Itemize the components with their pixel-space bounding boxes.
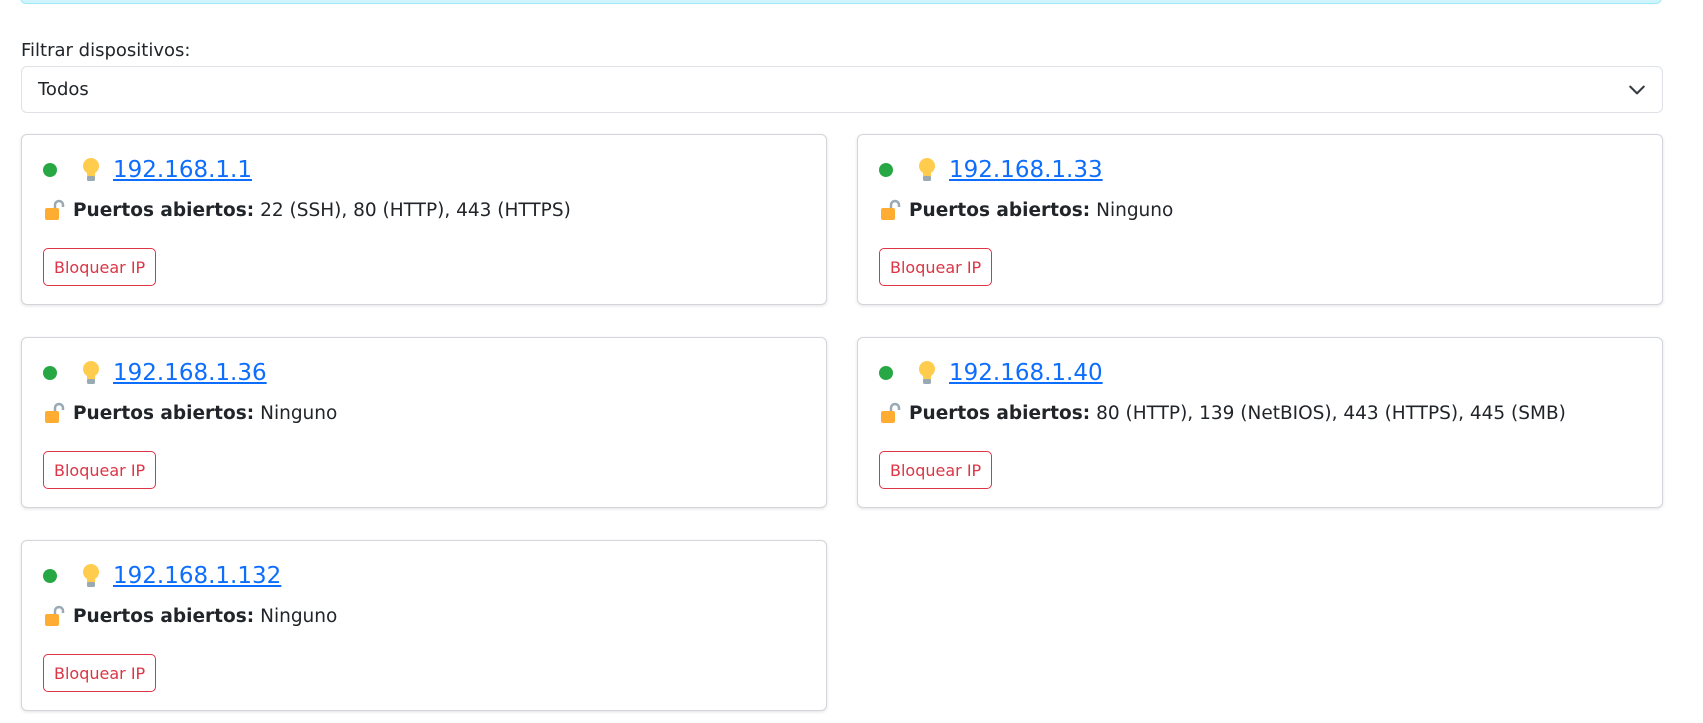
ports-value: 22 (SSH), 80 (HTTP), 443 (HTTPS)	[260, 199, 571, 221]
filter-selected-value: Todos	[38, 79, 89, 100]
ports-value: Ninguno	[260, 402, 338, 424]
ports-label: Puertos abiertos:	[909, 402, 1091, 424]
block-ip-button[interactable]: Bloquear IP	[43, 654, 157, 692]
status-online-icon	[43, 366, 57, 380]
open-lock-icon	[881, 402, 901, 423]
device-card: 192.168.1.33 Puertos abiertos: Ninguno B…	[857, 134, 1663, 305]
device-card: 192.168.1.1 Puertos abiertos: 22 (SSH), …	[21, 134, 827, 305]
status-online-icon	[879, 366, 893, 380]
device-card: 192.168.1.40 Puertos abiertos: 80 (HTTP)…	[857, 337, 1663, 508]
block-ip-button[interactable]: Bloquear IP	[43, 451, 157, 489]
open-lock-icon	[45, 402, 65, 423]
ports-label: Puertos abiertos:	[909, 199, 1091, 221]
info-alert	[20, 0, 1662, 4]
lightbulb-icon	[83, 564, 99, 587]
open-lock-icon	[45, 199, 65, 220]
block-ip-button[interactable]: Bloquear IP	[43, 248, 157, 286]
lightbulb-icon	[83, 158, 99, 181]
device-grid: 192.168.1.1 Puertos abiertos: 22 (SSH), …	[21, 134, 1663, 711]
device-ip-link[interactable]: 192.168.1.132	[113, 563, 281, 589]
device-ip-link[interactable]: 192.168.1.40	[949, 360, 1103, 386]
ports-label: Puertos abiertos:	[73, 402, 255, 424]
open-lock-icon	[45, 605, 65, 626]
open-lock-icon	[881, 199, 901, 220]
device-card: 192.168.1.132 Puertos abiertos: Ninguno …	[21, 540, 827, 711]
device-ip-link[interactable]: 192.168.1.33	[949, 157, 1103, 183]
lightbulb-icon	[83, 361, 99, 384]
ports-value: Ninguno	[260, 605, 338, 627]
ports-value: 80 (HTTP), 139 (NetBIOS), 443 (HTTPS), 4…	[1096, 402, 1566, 424]
lightbulb-icon	[919, 158, 935, 181]
device-ip-link[interactable]: 192.168.1.1	[113, 157, 252, 183]
ports-label: Puertos abiertos:	[73, 199, 255, 221]
lightbulb-icon	[919, 361, 935, 384]
ports-value: Ninguno	[1096, 199, 1174, 221]
status-online-icon	[879, 163, 893, 177]
device-ip-link[interactable]: 192.168.1.36	[113, 360, 267, 386]
filter-label: Filtrar dispositivos:	[21, 40, 191, 61]
device-card: 192.168.1.36 Puertos abiertos: Ninguno B…	[21, 337, 827, 508]
status-online-icon	[43, 569, 57, 583]
block-ip-button[interactable]: Bloquear IP	[879, 248, 993, 286]
device-filter-select[interactable]: Todos	[21, 66, 1663, 113]
status-online-icon	[43, 163, 57, 177]
chevron-down-icon	[1629, 85, 1645, 95]
block-ip-button[interactable]: Bloquear IP	[879, 451, 993, 489]
ports-label: Puertos abiertos:	[73, 605, 255, 627]
